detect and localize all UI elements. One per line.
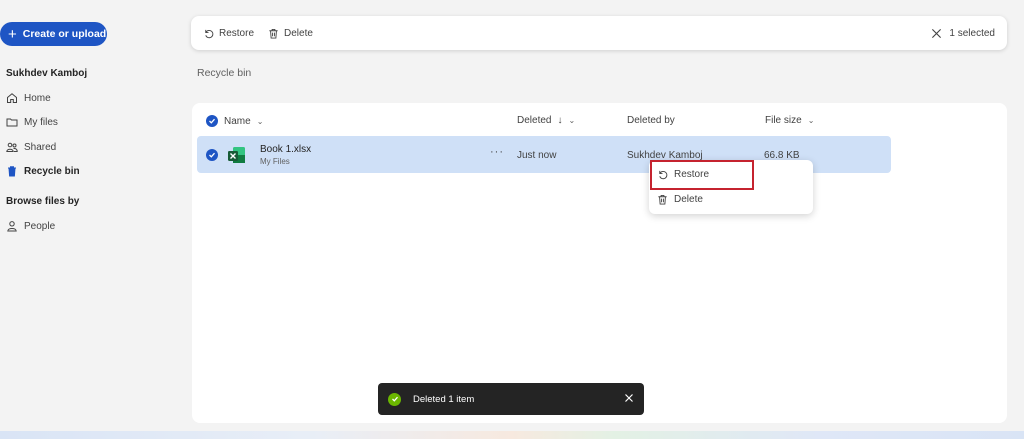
clear-selection-button[interactable]: 1 selected: [931, 28, 995, 39]
context-menu-delete[interactable]: Delete: [657, 194, 703, 205]
column-header-name[interactable]: Name ⌄: [206, 115, 263, 127]
command-bar: Restore Delete 1 selected: [191, 16, 1007, 50]
column-label: Deleted by: [627, 115, 675, 126]
sidebar-item-home[interactable]: Home: [6, 92, 51, 104]
select-all-checkbox[interactable]: [206, 115, 218, 127]
trash-icon: [8, 166, 16, 177]
sidebar-item-label: Recycle bin: [24, 165, 80, 177]
file-list-panel: Name ⌄ Deleted ↓ ⌄ Deleted by File size …: [192, 103, 1007, 423]
close-icon: [625, 393, 633, 402]
checkmark-icon: [209, 118, 215, 124]
delete-button[interactable]: Delete: [268, 28, 313, 39]
file-name[interactable]: Book 1.xlsx: [260, 144, 311, 155]
toast-message: Deleted 1 item: [413, 393, 475, 405]
chevron-down-icon: ⌄: [568, 116, 576, 125]
create-or-upload-label: Create or upload: [22, 28, 107, 40]
taskbar-strip: [0, 431, 1024, 439]
sidebar-item-recycle-bin[interactable]: Recycle bin: [6, 165, 80, 177]
close-icon: [932, 28, 942, 38]
chevron-down-icon: ⌄: [256, 116, 264, 126]
sidebar: + Create or upload Sukhdev Kamboj Home M…: [0, 0, 180, 439]
checkmark-icon: [209, 152, 215, 158]
column-label: Name: [224, 115, 251, 127]
plus-icon: +: [8, 25, 17, 43]
chevron-down-icon: ⌄: [807, 116, 815, 125]
checkmark-icon: [391, 396, 398, 402]
column-header-deleted[interactable]: Deleted ↓ ⌄: [517, 115, 575, 126]
delete-label: Delete: [284, 27, 313, 39]
column-header-file-size[interactable]: File size ⌄: [765, 115, 814, 126]
restore-icon: [205, 29, 214, 38]
highlight-annotation: [650, 160, 754, 190]
file-location: My Files: [260, 157, 290, 166]
sidebar-item-my-files[interactable]: My files: [6, 116, 58, 128]
sidebar-item-label: My files: [24, 116, 58, 128]
sidebar-item-label: Home: [24, 92, 51, 104]
owner-name: Sukhdev Kamboj: [6, 68, 88, 79]
toast-close-button[interactable]: [624, 393, 634, 406]
column-header-deleted-by[interactable]: Deleted by: [627, 115, 675, 126]
people-icon: [6, 142, 18, 152]
row-checkbox[interactable]: [206, 149, 218, 161]
restore-label: Restore: [219, 27, 255, 39]
column-label: Deleted: [517, 115, 552, 126]
column-label: File size: [765, 115, 802, 126]
toast-notification: Deleted 1 item: [378, 383, 644, 415]
sidebar-item-shared[interactable]: Shared: [6, 141, 56, 153]
folder-icon: [6, 118, 18, 127]
create-or-upload-button[interactable]: + Create or upload: [0, 22, 107, 46]
excel-file-icon: [228, 147, 245, 163]
menu-item-label: Delete: [674, 194, 703, 205]
sidebar-item-label: Shared: [24, 141, 57, 153]
deleted-time: Just now: [517, 150, 557, 161]
browse-files-heading: Browse files by: [6, 196, 80, 207]
more-options-icon[interactable]: ···: [490, 146, 504, 158]
page-title: Recycle bin: [197, 67, 252, 79]
sidebar-item-people[interactable]: People: [6, 220, 55, 232]
home-icon: [7, 93, 17, 103]
selection-count: 1 selected: [949, 27, 995, 39]
restore-button[interactable]: Restore: [203, 28, 254, 39]
sort-down-icon: ↓: [557, 115, 563, 126]
success-icon: [388, 392, 401, 406]
trash-icon: [658, 195, 667, 205]
trash-icon: [269, 28, 278, 39]
person-icon: [7, 221, 17, 232]
sidebar-item-label: People: [24, 220, 56, 232]
